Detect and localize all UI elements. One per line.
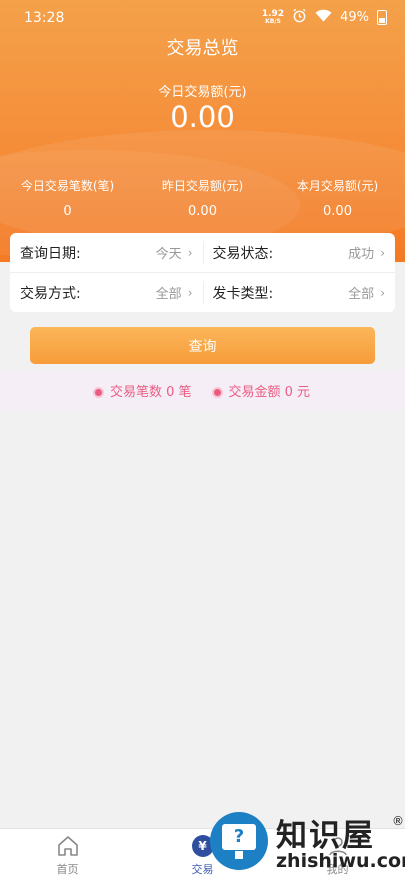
tab-home[interactable]: 首页 xyxy=(0,829,135,879)
wifi-icon xyxy=(315,9,332,27)
dot-icon xyxy=(213,388,221,396)
chevron-right-icon: › xyxy=(380,245,385,260)
stats-row: 今日交易笔数(笔) 0 昨日交易额(元) 0.00 本月交易额(元) 0.00 xyxy=(0,177,405,219)
filter-date[interactable]: 查询日期: 今天 › xyxy=(10,233,203,272)
watermark: ? 知识屋 ® zhishiwu.com xyxy=(210,808,405,878)
summary-count: 交易笔数 0 笔 xyxy=(94,381,192,400)
filter-status[interactable]: 交易状态: 成功 › xyxy=(202,233,396,272)
filter-label: 交易方式: xyxy=(20,285,81,302)
filter-value: 全部 xyxy=(155,287,182,302)
summary-bar: 交易笔数 0 笔 交易金额 0 元 xyxy=(0,370,405,410)
filter-method[interactable]: 交易方式: 全部 › xyxy=(10,273,203,312)
battery-level: 49% xyxy=(340,10,369,25)
stat-month-amount: 本月交易额(元) 0.00 xyxy=(270,177,405,219)
net-speed: 1.92 KB/S xyxy=(261,8,285,25)
status-time: 13:28 xyxy=(24,10,65,26)
chevron-right-icon: › xyxy=(187,245,193,260)
stat-yesterday-amount: 昨日交易额(元) 0.00 xyxy=(135,177,270,219)
filter-row: 交易方式: 全部 › 发卡类型: 全部 › xyxy=(10,272,395,312)
filter-card: 查询日期: 今天 › 交易状态: 成功 › 交易方式: 全部 › 发卡类型: 全部 › xyxy=(10,233,395,312)
filter-value: 今天 xyxy=(155,247,182,262)
summary-amount: 交易金额 0 元 xyxy=(213,381,310,400)
home-icon xyxy=(55,833,81,859)
question-monitor-icon: ? xyxy=(222,824,256,850)
stat-label: 今日交易笔数(笔) xyxy=(20,179,115,193)
watermark-url: zhishiwu.com xyxy=(276,850,405,872)
query-button[interactable]: 查询 xyxy=(30,327,375,364)
battery-icon xyxy=(377,10,387,25)
chevron-right-icon: › xyxy=(380,285,385,300)
page-title: 交易总览 xyxy=(166,38,239,59)
filter-label: 发卡类型: xyxy=(212,285,274,302)
stat-today-count: 今日交易笔数(笔) 0 xyxy=(0,177,135,219)
stat-label: 昨日交易额(元) xyxy=(161,179,244,193)
filter-card-type[interactable]: 发卡类型: 全部 › xyxy=(202,273,396,312)
stat-value: 0.00 xyxy=(188,204,217,219)
alarm-icon xyxy=(292,8,307,27)
filter-row: 查询日期: 今天 › 交易状态: 成功 › xyxy=(10,233,395,272)
filter-label: 交易状态: xyxy=(212,245,274,262)
dot-icon xyxy=(94,388,102,396)
today-amount-value: 0.00 xyxy=(170,100,235,134)
today-amount-label: 今日交易额(元) xyxy=(158,85,247,100)
status-icons: 1.92 KB/S 49% xyxy=(262,8,387,27)
filter-value: 成功 xyxy=(348,247,375,262)
tab-label: 首页 xyxy=(56,863,79,876)
registered-mark: ® xyxy=(392,814,404,828)
chevron-right-icon: › xyxy=(187,285,193,300)
filter-value: 全部 xyxy=(348,287,375,302)
watermark-title: 知识屋 xyxy=(276,818,375,854)
stat-value: 0 xyxy=(63,204,72,219)
stat-value: 0.00 xyxy=(323,204,352,219)
status-bar: 13:28 1.92 KB/S 49% xyxy=(0,0,405,36)
stat-label: 本月交易额(元) xyxy=(296,179,379,193)
filter-label: 查询日期: xyxy=(20,245,81,262)
